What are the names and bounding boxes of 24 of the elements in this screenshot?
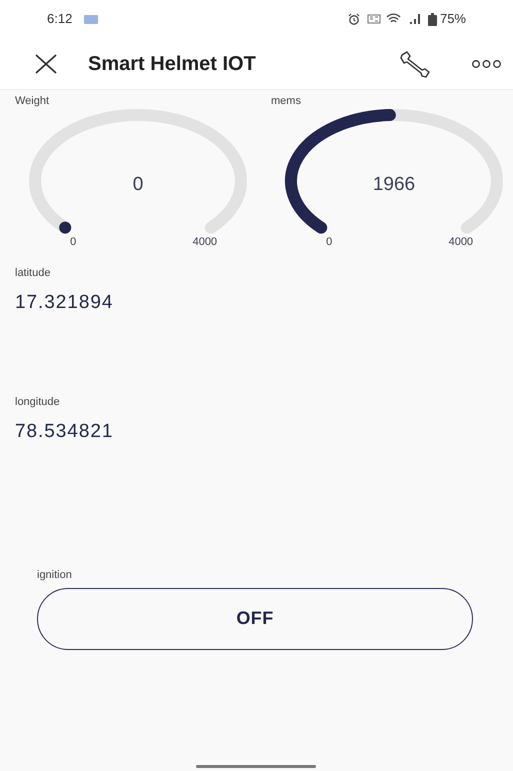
display-label: longitude — [15, 395, 61, 410]
battery-icon — [428, 12, 437, 26]
ignition-label: ignition — [37, 568, 73, 583]
status-time: 6:12 — [47, 10, 72, 28]
more-options-button[interactable] — [471, 58, 502, 68]
display-label: latitude — [15, 266, 52, 281]
wifi-icon — [386, 13, 401, 25]
alarm-icon — [348, 13, 360, 25]
gauge-value: 0 — [132, 174, 144, 195]
gauge-max-label: 4000 — [192, 236, 218, 248]
gauge-label: mems — [270, 94, 302, 107]
display-value: 17.321894 — [15, 290, 114, 314]
gauge-label: Weight — [14, 94, 50, 107]
gauge-max-label: 4000 — [448, 236, 474, 248]
ignition-button[interactable]: OFF — [37, 588, 473, 650]
gauge-value: 1966 — [372, 174, 416, 195]
app-title: Smart Helmet IOT — [88, 52, 256, 76]
gauge-min-label: 0 — [326, 236, 332, 248]
gauge-min-label: 0 — [70, 236, 76, 248]
battery-percentage: 75% — [440, 10, 466, 28]
gauge-fill — [59, 222, 72, 234]
display-value: 78.534821 — [15, 420, 114, 444]
signal-icon — [408, 13, 423, 25]
app-notification-icon — [84, 14, 98, 24]
